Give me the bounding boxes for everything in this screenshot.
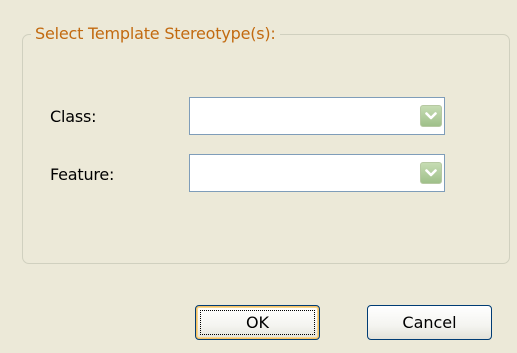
- cancel-button-label: Cancel: [402, 313, 457, 332]
- ok-button[interactable]: OK: [195, 305, 320, 340]
- class-label: Class:: [50, 107, 97, 126]
- cancel-button[interactable]: Cancel: [367, 305, 492, 340]
- class-dropdown[interactable]: [189, 97, 445, 135]
- ok-button-label: OK: [245, 313, 270, 332]
- stereotype-group: [22, 34, 510, 264]
- chevron-down-icon: [425, 169, 437, 177]
- feature-dropdown[interactable]: [189, 154, 445, 192]
- chevron-down-icon: [425, 112, 437, 120]
- feature-label: Feature:: [50, 165, 115, 184]
- class-dropdown-button[interactable]: [420, 105, 442, 127]
- feature-dropdown-button[interactable]: [420, 162, 442, 184]
- group-title: Select Template Stereotype(s):: [31, 24, 280, 44]
